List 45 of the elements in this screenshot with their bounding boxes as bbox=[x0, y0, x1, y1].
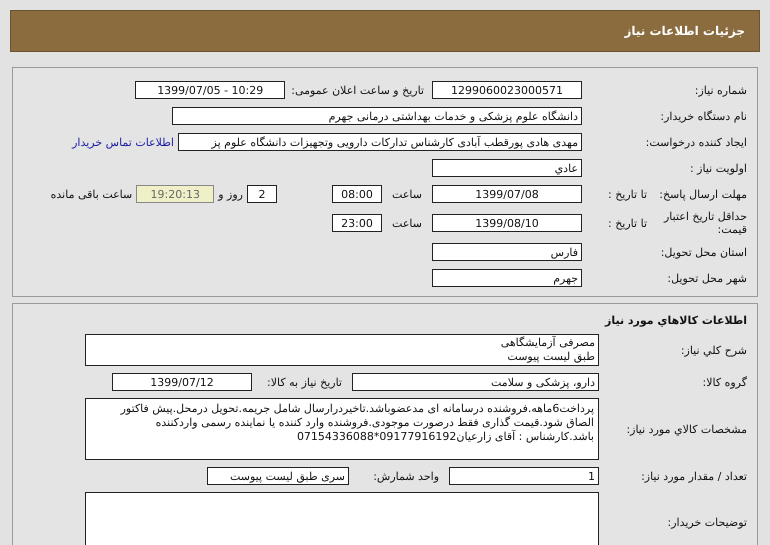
section-title: اطلاعات کالاهاي مورد نیاز bbox=[604, 313, 747, 329]
field-label: تاریخ نیاز به کالا: bbox=[266, 376, 342, 388]
specs-field: پرداخت6ماهه.فروشنده درسامانه ای مدعضوباشد.تاخیردرارسال شامل جریمه.تحویل درمحل.پیش فاکتور الصاق شود.قیمت گذاری فقط درصورت موجودی.فروشنده وارد کننده یا نماینده رسمی واردکننده باشد.کارشناس : آقای زارعیان09177916192*07154336088 bbox=[85, 398, 599, 460]
days-label: روز و bbox=[218, 188, 243, 200]
field-label: تعداد / مقدار مورد نیاز: bbox=[640, 470, 747, 482]
field-label: تا تاریخ : bbox=[608, 188, 647, 200]
remaining-time-field: 19:20:13 bbox=[136, 185, 214, 203]
field-label: اولویت نیاز : bbox=[688, 162, 747, 174]
announce-date-field: 1399/07/05 - 10:29 bbox=[135, 81, 286, 99]
field-label: مشخصات کالاي مورد نیاز: bbox=[625, 422, 747, 436]
field-label: شهر محل تحویل: bbox=[666, 272, 747, 284]
days-field: 2 bbox=[247, 185, 277, 203]
remaining-label: ساعت باقی مانده bbox=[50, 188, 132, 200]
field-label: توضیحات خریدار: bbox=[666, 516, 747, 528]
province-field: فارس bbox=[432, 243, 582, 261]
validity-time-field: 23:00 bbox=[332, 214, 382, 232]
field-label: تاریخ و ساعت اعلان عمومی: bbox=[291, 84, 424, 96]
field-label: گروه کالا: bbox=[702, 376, 747, 388]
field-label: شرح کلي نیاز: bbox=[680, 344, 747, 356]
need-date-field: 1399/07/12 bbox=[112, 373, 252, 391]
field-label: ایجاد کننده درخواست: bbox=[644, 136, 747, 148]
field-label: شماره نیاز: bbox=[694, 84, 747, 96]
unit-field: سری طبق لیست پیوست bbox=[207, 467, 349, 485]
validity-date-field: 1399/08/10 bbox=[432, 214, 582, 232]
goods-group-field: دارو، پزشکی و سلامت bbox=[352, 373, 599, 391]
priority-field: عادي bbox=[432, 159, 582, 177]
need-number-field: 1299060023000571 bbox=[432, 81, 582, 99]
requester-field: مهدی هادی پورقطب آبادی کارشناس تدارکات دارویی وتجهیزات دانشگاه علوم پز bbox=[178, 133, 582, 151]
field-label: واحد شمارش: bbox=[372, 470, 439, 482]
field-label: تا تاریخ : bbox=[608, 216, 647, 230]
page-title: جزئیات اطلاعات نیاز bbox=[624, 24, 745, 38]
time-label: ساعت bbox=[391, 216, 423, 230]
quantity-field: 1 bbox=[449, 467, 599, 485]
field-label: مهلت ارسال پاسخ: bbox=[659, 188, 747, 200]
deadline-time-field: 08:00 bbox=[332, 185, 382, 203]
buyer-field: دانشگاه علوم پزشکی و خدمات بهداشتی درمانی جهرم bbox=[172, 107, 582, 125]
summary-line: طبق لیست پیوست bbox=[506, 350, 595, 364]
summary-line: مصرفی آزمایشگاهی bbox=[500, 336, 595, 350]
time-label: ساعت bbox=[391, 188, 423, 200]
field-label: حداقل تاریخ اعتبار قیمت: bbox=[662, 210, 747, 236]
field-label: نام دستگاه خریدار: bbox=[659, 110, 747, 122]
field-label: استان محل تحویل: bbox=[660, 246, 747, 258]
city-field: جهرم bbox=[432, 269, 582, 287]
contact-link[interactable]: اطلاعات تماس خریدار bbox=[72, 136, 174, 148]
deadline-date-field: 1399/07/08 bbox=[432, 185, 582, 203]
